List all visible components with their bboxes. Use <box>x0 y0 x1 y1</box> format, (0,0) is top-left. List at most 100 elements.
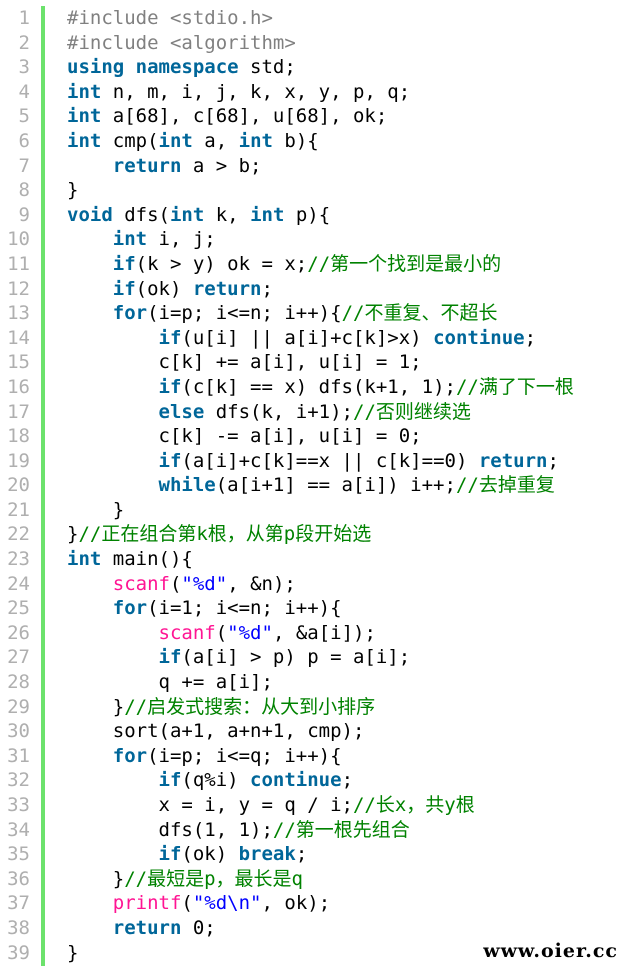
code-line: 15 c[k] += a[i], u[i] = 1; <box>0 350 628 375</box>
code-text: if(a[i] > p) p = a[i]; <box>158 646 411 669</box>
line-number: 20 <box>7 474 30 497</box>
code-line: 6 int cmp(int a, int b){ <box>0 129 628 154</box>
code-line: 4 int n, m, i, j, k, x, y, p, q; <box>0 80 628 105</box>
line-number: 8 <box>18 179 30 202</box>
code-text: }//正在组合第k根，从第p段开始选 <box>67 523 372 546</box>
code-text: scanf("%d", &a[i]); <box>158 621 376 644</box>
code-line: 21 } <box>0 498 628 523</box>
code-line: 30 sort(a+1, a+n+1, cmp); <box>0 719 628 744</box>
code-line: 24 scanf("%d", &n); <box>0 572 628 597</box>
code-text: if(k > y) ok = x;//第一个找到是最小的 <box>112 252 502 275</box>
line-number: 4 <box>18 80 30 103</box>
code-line: 8} <box>0 178 628 203</box>
line-number: 11 <box>7 252 30 275</box>
line-number: 37 <box>7 892 30 915</box>
code-line: 7 return a > b; <box>0 154 628 179</box>
code-line: 22 }//正在组合第k根，从第p段开始选 <box>0 522 628 547</box>
code-text: if(ok) break; <box>158 843 308 866</box>
code-line: 11 if(k > y) ok = x;//第一个找到是最小的 <box>0 252 628 277</box>
line-number: 25 <box>7 597 30 620</box>
code-text: if(q%i) continue; <box>158 769 354 792</box>
code-text: } <box>67 179 79 202</box>
code-line: 23 int main(){ <box>0 547 628 572</box>
line-number: 31 <box>7 744 30 767</box>
code-text: #include <stdio.h> <box>67 7 273 29</box>
code-line: 5 int a[68], c[68], u[68], ok; <box>0 104 628 129</box>
code-text: } <box>67 941 79 964</box>
line-number: 18 <box>7 425 30 448</box>
line-number: 28 <box>7 671 30 694</box>
line-number: 33 <box>7 794 30 816</box>
code-line: 33 x = i, y = q / i;//长x，共y根 <box>0 793 628 818</box>
code-text: using namespace std; <box>67 56 296 79</box>
code-text: c[k] -= a[i], u[i] = 0; <box>67 425 422 448</box>
code-line: 38 return 0; <box>0 916 628 941</box>
line-number: 32 <box>7 769 30 792</box>
line-number: 1 <box>18 7 30 29</box>
code-line: 25 for(i=1; i<=n; i++){ <box>0 596 628 621</box>
code-line: 19 if(a[i]+c[k]==x || c[k]==0) return; <box>0 449 628 474</box>
code-line: 20 while(a[i+1] == a[i]) i++;//去掉重复 <box>0 473 628 498</box>
code-text: int i, j; <box>112 228 216 251</box>
code-text: x = i, y = q / i;//长x，共y根 <box>67 794 475 816</box>
code-text: return a > b; <box>112 154 262 177</box>
line-number: 13 <box>7 302 30 325</box>
code-line: 2 #include <algorithm> <box>0 31 628 56</box>
line-number: 21 <box>7 498 30 521</box>
code-line: 12 if(ok) return; <box>0 277 628 302</box>
line-number: 12 <box>7 277 30 300</box>
code-line: 29 }//启发式搜索：从大到小排序 <box>0 695 628 720</box>
line-number: 34 <box>7 818 30 841</box>
line-number: 27 <box>7 646 30 669</box>
line-number: 30 <box>7 720 30 743</box>
code-text: } <box>67 498 125 521</box>
code-text: sort(a+1, a+n+1, cmp); <box>67 720 365 743</box>
line-number: 6 <box>18 129 30 152</box>
code-text: }//启发式搜索：从大到小排序 <box>67 695 376 718</box>
line-number: 22 <box>7 523 30 546</box>
line-number: 7 <box>18 154 30 177</box>
code-line: 13 for(i=p; i<=n; i++){//不重复、不超长 <box>0 301 628 326</box>
line-number: 38 <box>7 916 30 939</box>
code-text: #include <algorithm> <box>67 31 296 54</box>
line-number: 19 <box>7 449 30 472</box>
code-line: 28 q += a[i]; <box>0 670 628 695</box>
line-number: 26 <box>7 621 30 644</box>
line-number: 23 <box>7 548 30 571</box>
code-text: if(ok) return; <box>112 277 273 300</box>
code-text: for(i=1; i<=n; i++){ <box>112 597 342 620</box>
watermark: www.oier.cc <box>483 940 618 962</box>
code-line: 18 c[k] -= a[i], u[i] = 0; <box>0 424 628 449</box>
code-line: 16 if(c[k] == x) dfs(k+1, 1);//满了下一根 <box>0 375 628 400</box>
code-line: 10 int i, j; <box>0 227 628 252</box>
code-editor[interactable]: 1 #include <stdio.h> 2 #include <algorithm>… <box>0 6 628 965</box>
line-number: 36 <box>7 867 30 890</box>
code-text: if(c[k] == x) dfs(k+1, 1);//满了下一根 <box>158 375 574 398</box>
code-text: dfs(1, 1);//第一根先组合 <box>67 818 410 841</box>
line-number: 9 <box>18 203 30 226</box>
line-number: 24 <box>7 572 30 595</box>
code-text: if(a[i]+c[k]==x || c[k]==0) return; <box>158 449 559 472</box>
code-text: else dfs(k, i+1);//否则继续选 <box>158 400 471 423</box>
code-line: 3 using namespace std; <box>0 55 628 80</box>
code-line: 27 if(a[i] > p) p = a[i]; <box>0 645 628 670</box>
code-text: void dfs(int k, int p){ <box>67 203 331 226</box>
code-line: 36 }//最短是p，最长是q <box>0 867 628 892</box>
code-line: 32 if(q%i) continue; <box>0 768 628 793</box>
line-number: 15 <box>7 351 30 374</box>
line-number: 17 <box>7 400 30 423</box>
line-number: 5 <box>18 105 30 128</box>
code-text: printf("%d\n", ok); <box>112 892 331 915</box>
code-text: for(i=p; i<=q; i++){ <box>112 744 342 767</box>
line-number: 29 <box>7 695 30 718</box>
code-line: 9 void dfs(int k, int p){ <box>0 203 628 228</box>
code-line: 26 scanf("%d", &a[i]); <box>0 621 628 646</box>
code-text: for(i=p; i<=n; i++){//不重复、不超长 <box>112 302 498 325</box>
code-text: int main(){ <box>67 548 193 571</box>
code-text: int n, m, i, j, k, x, y, p, q; <box>67 80 411 103</box>
code-text: return 0; <box>112 916 216 939</box>
line-number: 39 <box>7 941 30 964</box>
line-number: 3 <box>18 56 30 79</box>
code-text: int cmp(int a, int b){ <box>67 129 319 152</box>
code-line: 1 #include <stdio.h> <box>0 6 628 31</box>
